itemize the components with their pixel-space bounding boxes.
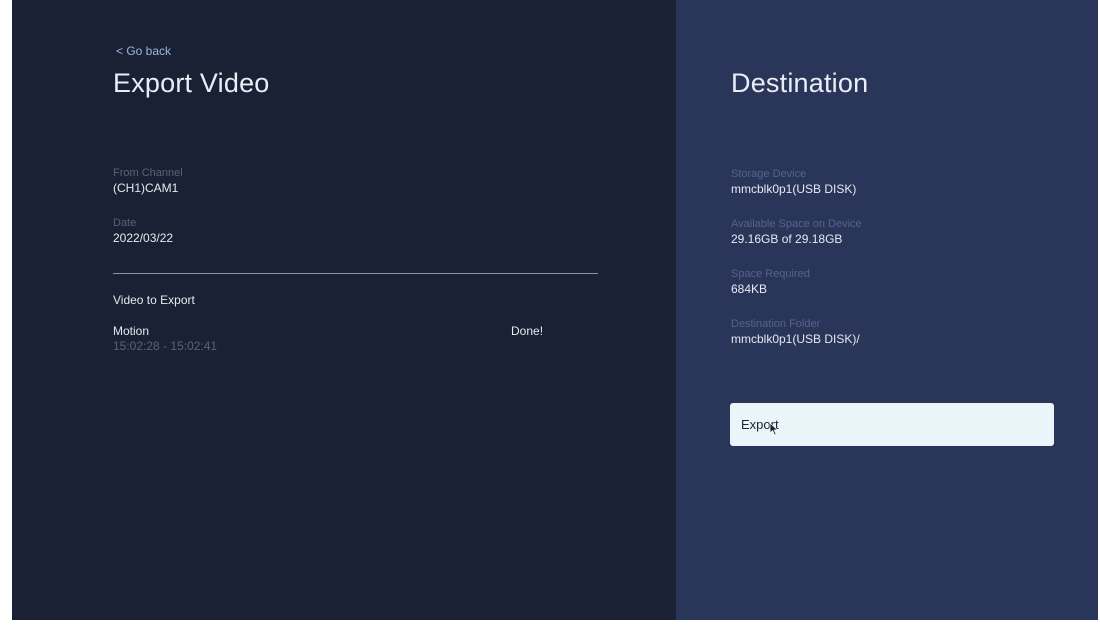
clip-status: Done! [511, 324, 544, 338]
space-required-value: 684KB [731, 282, 768, 296]
clip-time-range: 15:02:28 - 15:02:41 [113, 339, 218, 353]
section-divider [113, 273, 598, 274]
from-channel-label: From Channel [113, 167, 183, 179]
go-back-link[interactable]: < Go back [116, 44, 171, 58]
export-details-panel: < Go back Export Video From Channel (CH1… [12, 0, 676, 620]
available-space-label: Available Space on Device [731, 218, 862, 230]
export-video-screen: < Go back Export Video From Channel (CH1… [12, 0, 1098, 620]
destination-folder-label: Destination Folder [731, 318, 821, 330]
date-label: Date [113, 217, 137, 229]
page-title: Export Video [113, 68, 270, 98]
storage-device-value: mmcblk0p1(USB DISK) [731, 182, 857, 196]
storage-device-label: Storage Device [731, 168, 807, 180]
available-space-value: 29.16GB of 29.18GB [731, 232, 843, 246]
clip-type: Motion [113, 324, 150, 338]
destination-title: Destination [731, 68, 869, 98]
from-channel-value: (CH1)CAM1 [113, 181, 179, 195]
video-to-export-heading: Video to Export [113, 293, 195, 307]
date-value: 2022/03/22 [113, 231, 174, 245]
export-button[interactable]: Export [730, 403, 1054, 446]
destination-folder-value: mmcblk0p1(USB DISK)/ [731, 332, 860, 346]
destination-panel: Destination Storage Device mmcblk0p1(USB… [676, 0, 1098, 620]
space-required-label: Space Required [731, 268, 810, 280]
